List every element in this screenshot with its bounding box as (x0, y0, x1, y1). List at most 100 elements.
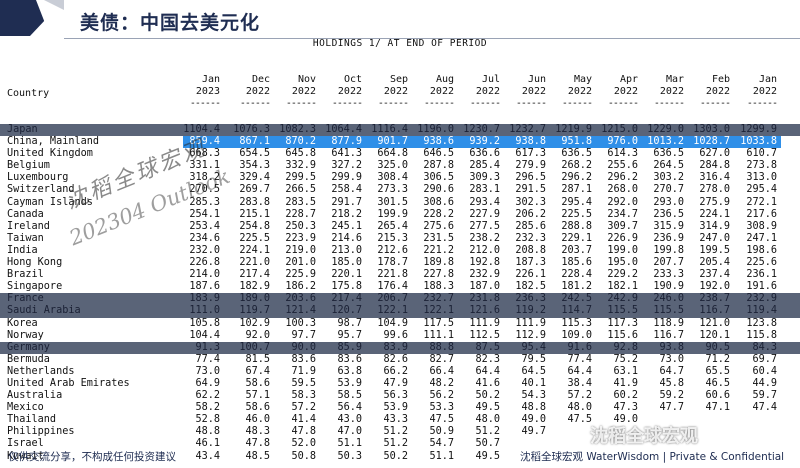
holding-value: 64.4 (475, 365, 500, 377)
holding-value: 293.4 (469, 196, 500, 208)
holding-value: 234.7 (607, 208, 638, 220)
holding-value: 325.0 (377, 160, 408, 172)
holding-value: 52.0 (291, 438, 316, 450)
table-row: Mexico 58.2 58.6 57.2 56.4 53.9 53.3 49.5 48.8 48… (0, 402, 800, 414)
holding-value: 83.6 (291, 353, 316, 365)
holding-value: 56.2 (429, 390, 454, 402)
holding-value: 306.5 (423, 172, 454, 184)
holding-value: 64.5 (521, 365, 546, 377)
country-name: Luxembourg (7, 172, 69, 184)
holding-value: 275.9 (699, 196, 730, 208)
header-dash: ------ (377, 98, 409, 109)
header-dash: ------ (699, 98, 731, 109)
country-name: Ireland (7, 220, 50, 232)
holding-value: 214.0 (189, 269, 220, 281)
holding-value: 265.4 (377, 220, 408, 232)
month-column-header: Sep 2022 ------ (372, 74, 409, 110)
holding-value: 217.4 (331, 293, 362, 305)
holding-value: 199.0 (607, 244, 638, 256)
holding-value: 1082.3 (279, 124, 316, 135)
holding-value: 100.3 (285, 317, 316, 329)
holding-value: 309.7 (607, 220, 638, 232)
holding-value: 610.7 (746, 148, 777, 160)
holding-value: 645.8 (285, 148, 316, 160)
holding-value: 242.9 (607, 293, 638, 305)
holding-value: 112.5 (469, 329, 500, 341)
holding-value: 1229.0 (647, 124, 684, 135)
holding-value: 225.6 (746, 257, 777, 269)
holding-value: 332.9 (285, 160, 316, 172)
header-dash: ------ (561, 98, 593, 109)
holding-value: 315.9 (653, 220, 684, 232)
holding-value: 111.9 (515, 317, 546, 329)
holding-value: 67.4 (245, 365, 270, 377)
holding-value: 48.2 (429, 377, 454, 389)
country-column-header: Country (7, 88, 50, 99)
holding-value: 1219.9 (555, 124, 592, 135)
year-label: 2022 (291, 86, 316, 97)
table-row: United Arab Emirates 64.9 58.6 59.5 53.9 47.9… (0, 378, 800, 390)
holding-value: 73.0 (659, 353, 684, 365)
holding-value: 303.2 (653, 172, 684, 184)
holding-value: 58.6 (245, 377, 270, 389)
holding-value: 51.2 (475, 426, 500, 438)
holding-value: 275.6 (423, 220, 454, 232)
holding-value: 228.2 (423, 208, 454, 220)
holding-value: 117.5 (423, 317, 454, 329)
holding-value: 1299.9 (740, 124, 777, 135)
holding-value: 272.1 (746, 196, 777, 208)
holding-value: 185.0 (331, 257, 362, 269)
holding-value: 81.5 (245, 353, 270, 365)
holding-value: 115.5 (607, 305, 638, 317)
holding-value: 232.7 (423, 293, 454, 305)
holding-value: 50.7 (475, 438, 500, 450)
holding-value: 229.1 (561, 232, 592, 244)
header-dash: ------ (469, 98, 501, 109)
holding-value: 295.4 (746, 184, 777, 196)
holding-value: 187.6 (189, 281, 220, 293)
holding-value: 217.6 (746, 208, 777, 220)
holding-value: 654.5 (239, 148, 270, 160)
year-label: 2022 (613, 86, 638, 97)
holding-value: 299.9 (331, 172, 362, 184)
holding-value: 233.3 (653, 269, 684, 281)
holding-value: 123.8 (746, 317, 777, 329)
holding-value: 77.4 (567, 353, 592, 365)
country-name: Philippines (7, 426, 75, 438)
holding-value: 290.6 (423, 184, 454, 196)
holding-value: 64.9 (195, 377, 220, 389)
holding-value: 255.6 (607, 160, 638, 172)
holding-value: 65.5 (705, 365, 730, 377)
holding-value: 47.9 (383, 377, 408, 389)
header-dash: ------ (239, 98, 271, 109)
holding-value: 636.5 (561, 148, 592, 160)
month-label: Aug (435, 74, 454, 85)
country-name: Mexico (7, 402, 44, 414)
table-row: France 183.9 189.0 203.6 217.4 206.7 232.7 231.… (0, 293, 800, 306)
holding-value: 217.4 (239, 269, 270, 281)
holding-value: 121.4 (285, 305, 316, 317)
holding-value: 115.6 (607, 329, 638, 341)
holding-value: 206.7 (377, 293, 408, 305)
holding-value: 63.1 (613, 365, 638, 377)
table-row: Germany 91.3 100.7 90.0 85.9 83.9 88.8 87.5 95.4… (0, 341, 800, 354)
table-row: Taiwan 234.6 225.5 223.9 214.6 215.3 231.5 238.… (0, 233, 800, 245)
holding-value: 213.0 (331, 244, 362, 256)
holding-value: 60.6 (705, 390, 730, 402)
holding-value: 269.7 (239, 184, 270, 196)
holding-value: 1013.2 (647, 136, 684, 148)
holding-value: 1028.7 (693, 136, 730, 148)
header-dash: ------ (189, 98, 221, 109)
holding-value: 189.0 (239, 293, 270, 305)
holding-value: 287.8 (423, 160, 454, 172)
holding-value: 46.1 (195, 438, 220, 450)
holding-value: 221.2 (423, 244, 454, 256)
holding-value: 121.0 (699, 317, 730, 329)
holding-value: 268.0 (607, 184, 638, 196)
holding-value: 192.8 (469, 257, 500, 269)
footer-brand: 沈稻全球宏观 WaterWisdom | Private & Confident… (520, 451, 785, 463)
holding-value: 1215.0 (601, 124, 638, 135)
holding-value: 58.3 (291, 390, 316, 402)
holding-value: 228.7 (285, 208, 316, 220)
holding-value: 98.7 (337, 317, 362, 329)
